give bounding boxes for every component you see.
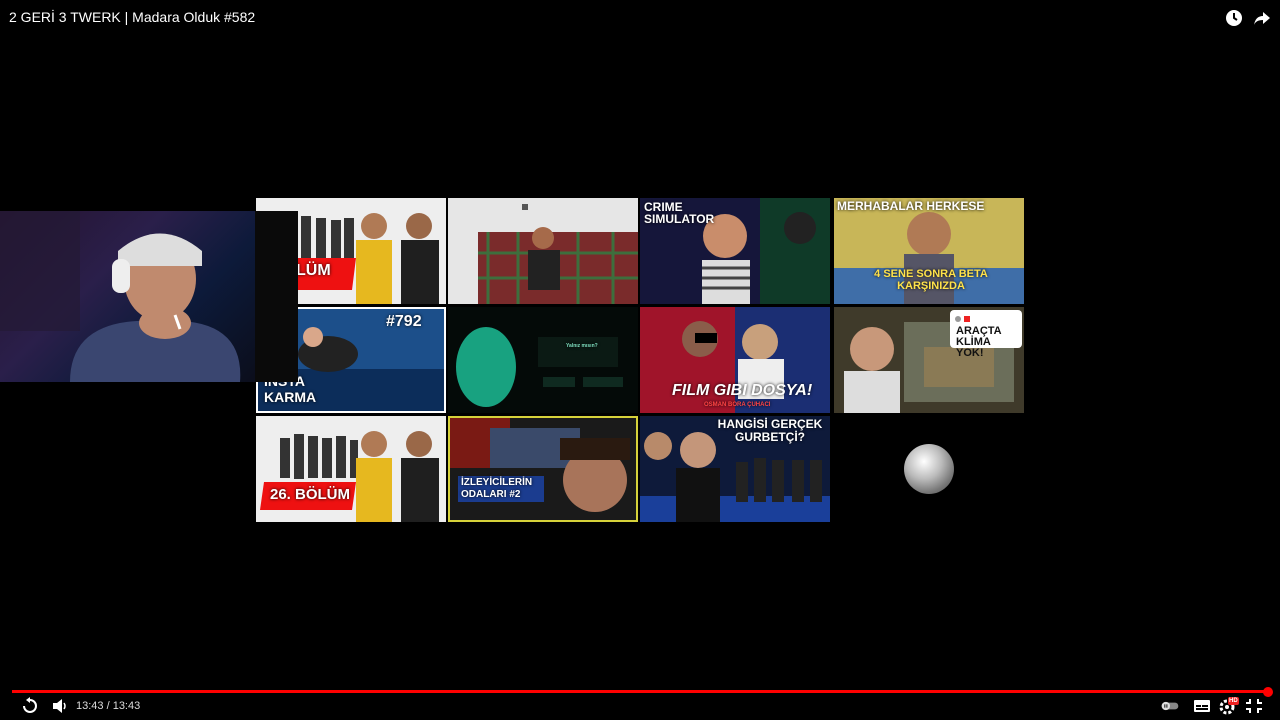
thumbnail-title: 26. BÖLÜM [270, 486, 351, 503]
video-thumbnail[interactable]: 26. BÖLÜM [256, 416, 446, 522]
video-thumbnail[interactable]: ARAÇTA KLİMA YOK! [834, 307, 1024, 413]
watch-later-icon[interactable] [1224, 8, 1244, 28]
webcam-overlay [0, 211, 298, 382]
time-display: 13:43 / 13:43 [76, 700, 141, 712]
video-thumbnail[interactable]: CRIME SIMULATOR [640, 198, 830, 304]
settings-badge: HD [1228, 697, 1239, 705]
thumbnail-subtitle: OSMAN BORA ÇUHACI [704, 402, 771, 408]
thumbnail-title: FILM GIBI DOSYA! [672, 382, 813, 399]
volume-icon[interactable] [50, 697, 70, 715]
video-thumbnail[interactable]: FILM GIBI DOSYA! OSMAN BORA ÇUHACI [640, 307, 830, 413]
thumbnail-title: HANGİSİ GERÇEK GURBETÇİ? [717, 417, 823, 444]
thumbnail-title: İZLEYİCİLERİN ODALARI #2 [458, 476, 544, 502]
video-thumbnail[interactable]: MERHABALAR HERKESE 4 SENE SONRA BETA KAR… [834, 198, 1024, 304]
video-title: 2 GERİ 3 TWERK | Madara Olduk #582 [9, 9, 256, 25]
video-thumbnail[interactable]: HANGİSİ GERÇEK GURBETÇİ? [640, 416, 830, 522]
channel-avatar[interactable] [904, 444, 954, 494]
settings-icon[interactable]: HD [1218, 697, 1239, 715]
thumbnail-subtitle: 4 SENE SONRA BETA KARŞINIZDA [874, 268, 988, 292]
video-thumbnail[interactable]: Yalnız mısın? [448, 307, 638, 413]
thumbnail-title: MERHABALAR HERKESE [837, 199, 985, 213]
autoplay-toggle[interactable] [1160, 697, 1184, 715]
subtitles-icon[interactable] [1192, 697, 1212, 715]
video-thumbnail[interactable] [448, 198, 638, 304]
video-thumbnail[interactable]: İZLEYİCİLERİN ODALARI #2 [448, 416, 638, 522]
end-screen-grid: BÖLÜM CRIME SIMULATOR MERHABALAR HERKESE… [256, 198, 1024, 522]
thumbnail-title: #792 [386, 313, 422, 330]
share-icon[interactable] [1252, 8, 1272, 28]
progress-bar[interactable] [12, 690, 1268, 693]
replay-icon[interactable] [20, 697, 40, 715]
thumbnail-title: CRIME SIMULATOR [644, 200, 715, 226]
scrubber-handle[interactable] [1263, 687, 1273, 697]
thumbnail-title: Yalnız mısın? [566, 343, 598, 349]
thumbnail-title: ARAÇTA KLİMA YOK! [956, 325, 1002, 359]
exit-fullscreen-icon[interactable] [1244, 697, 1264, 715]
progress-fill [12, 690, 1268, 693]
